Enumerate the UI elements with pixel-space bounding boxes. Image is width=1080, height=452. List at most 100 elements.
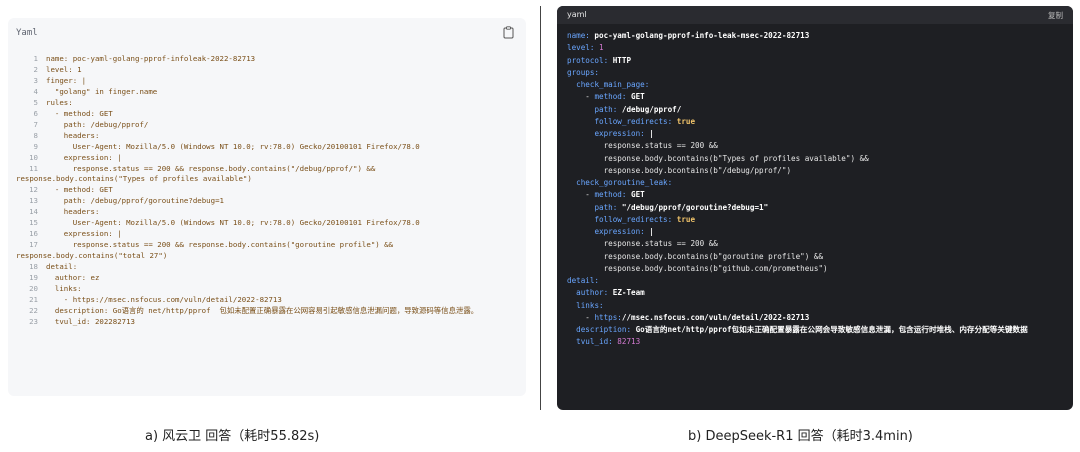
left-code-line: 17 response.status == 200 && response.bo…: [16, 240, 520, 251]
left-code-line: 23 tvul_id: 202282713: [16, 317, 520, 328]
left-code-text: tvul_id: 202282713: [46, 316, 135, 326]
left-code-text: response.status == 200 && response.body.…: [46, 163, 376, 173]
line-number: 8: [33, 130, 38, 140]
line-number: 12: [29, 185, 38, 195]
left-code-line: 14 headers:: [16, 207, 520, 218]
right-code-block: name: poc-yaml-golang-pprof-info-leak-ms…: [567, 30, 1065, 349]
line-number: 22: [29, 305, 38, 315]
right-code-line: check_main_page:: [576, 80, 650, 89]
copy-button[interactable]: 复制: [1048, 10, 1063, 21]
line-number: 1: [33, 54, 38, 63]
left-code-text: expression: |: [46, 229, 122, 239]
right-code-line: - method: GET: [567, 92, 645, 102]
left-code-text: - method: GET: [46, 185, 113, 195]
line-number: 4: [33, 86, 38, 96]
right-code-line: protocol: HTTP: [567, 55, 632, 65]
left-code-text: path: /debug/pprof/goroutine?debug=1: [46, 196, 224, 206]
left-code-text: "golang" in finger.name: [46, 86, 158, 96]
right-panel-language-label: yaml: [567, 10, 587, 19]
left-code-line: 4 "golang" in finger.name: [16, 87, 520, 98]
left-code-text: User-Agent: Mozilla/5.0 (Windows NT 10.0…: [46, 141, 420, 151]
left-code-text: level: 1: [46, 64, 82, 74]
left-code-line: 15 User-Agent: Mozilla/5.0 (Windows NT 1…: [16, 218, 520, 229]
left-code-text: name: poc-yaml-golang-pprof-infoleak-202…: [46, 54, 256, 63]
left-code-text: description: Go语言的 net/http/pprof 包如未配置正…: [46, 305, 479, 315]
right-code-line: level: 1: [567, 43, 604, 53]
left-code-line: 21 - https://msec.nsfocus.com/vuln/detai…: [16, 295, 520, 306]
left-code-text: headers:: [46, 130, 100, 140]
left-code-line: 10 expression: |: [16, 153, 520, 164]
line-number: 17: [29, 240, 38, 250]
left-code-text: author: ez: [46, 273, 100, 283]
right-code-line: expression: |: [594, 227, 654, 236]
right-code-line: tvul_id: 82713: [576, 337, 641, 347]
line-number: 14: [29, 207, 38, 217]
left-code-panel: Yaml 1 name: poc-yaml-golang-pprof-infole…: [8, 18, 526, 396]
line-number: 7: [33, 119, 38, 129]
caption-b: b) DeepSeek-R1 回答（耗时3.4min): [688, 429, 913, 444]
left-code-text: response.body.contains("Types of profile…: [16, 174, 252, 184]
left-code-text: response.body.contains("total 27"): [16, 251, 168, 261]
right-code-line: - method: GET: [567, 190, 645, 200]
right-code-line: path: "/debug/pprof/goroutine?debug=1": [594, 202, 769, 212]
left-code-line: 8 headers:: [16, 131, 520, 142]
line-number: 3: [33, 75, 38, 85]
line-number: 11: [29, 163, 38, 173]
line-number: 15: [29, 218, 38, 228]
left-code-text: path: /debug/pprof/: [46, 119, 149, 129]
line-number: 2: [33, 64, 38, 74]
left-code-line: 13 path: /debug/pprof/goroutine?debug=1: [16, 196, 520, 207]
right-code-panel: yaml 复制 name: poc-yaml-golang-pprof-info…: [557, 6, 1073, 410]
right-code-line: response.status == 200 &&: [567, 141, 718, 151]
left-code-line: 12 - method: GET: [16, 185, 520, 196]
left-code-text: - https://msec.nsfocus.com/vuln/detail/2…: [46, 294, 282, 304]
line-number: 13: [29, 196, 38, 206]
right-code-line: response.body.bcontains(b"Types of profi…: [567, 153, 869, 163]
left-panel-language-label: Yaml: [16, 28, 38, 38]
line-number: 23: [29, 316, 38, 326]
left-code-line: 16 expression: |: [16, 229, 520, 240]
left-code-line: 7 path: /debug/pprof/: [16, 120, 520, 131]
right-code-line: description: Go语言的net/http/pprof包如未正确配置暴…: [576, 325, 1028, 334]
left-code-line: response.body.contains("total 27"): [16, 251, 520, 262]
line-number: 10: [29, 152, 38, 162]
left-code-text: User-Agent: Mozilla/5.0 (Windows NT 10.0…: [46, 218, 420, 228]
left-code-line: 2 level: 1: [16, 65, 520, 76]
right-code-line: - https://msec.nsfocus.com/vuln/detail/2…: [567, 312, 810, 322]
right-code-line: detail:: [567, 276, 600, 285]
clipboard-icon[interactable]: [503, 26, 514, 39]
line-number: 19: [29, 273, 38, 283]
right-code-line: author: EZ-Team: [576, 288, 645, 298]
right-code-line: follow_redirects: true: [594, 214, 696, 224]
right-code-line: response.body.bcontains(b"/debug/pprof/"…: [567, 165, 792, 175]
caption-a: a) 风云卫 回答（耗时55.82s): [145, 429, 320, 444]
line-number: 21: [29, 294, 38, 304]
right-code-line: response.status == 200 &&: [567, 239, 718, 249]
left-code-block: 1 name: poc-yaml-golang-pprof-infoleak-20…: [16, 54, 520, 328]
left-code-line: 19 author: ez: [16, 273, 520, 284]
right-code-line: check_goroutine_leak:: [576, 178, 673, 187]
right-code-line: follow_redirects: true: [594, 116, 696, 126]
left-code-line: 20 links:: [16, 284, 520, 295]
left-code-line: 3 finger: |: [16, 76, 520, 87]
line-number: 20: [29, 284, 38, 294]
left-code-text: expression: |: [46, 152, 122, 162]
line-number: 5: [33, 97, 38, 107]
line-number: 16: [29, 229, 38, 239]
left-code-line: 6 - method: GET: [16, 109, 520, 120]
right-code-line: expression: |: [594, 129, 654, 138]
left-code-text: links:: [46, 284, 82, 294]
left-code-text: detail:: [46, 262, 78, 272]
line-number: 18: [29, 262, 38, 272]
left-code-text: rules:: [46, 97, 73, 107]
panel-divider: [540, 6, 541, 410]
right-panel-header: yaml 复制: [557, 6, 1073, 24]
left-code-text: headers:: [46, 207, 100, 217]
right-code-line: name: poc-yaml-golang-pprof-info-leak-ms…: [567, 31, 810, 40]
left-code-text: - method: GET: [46, 108, 113, 118]
line-number: 6: [33, 108, 38, 118]
left-code-text: response.status == 200 && response.body.…: [46, 240, 394, 250]
line-number: 9: [33, 141, 38, 151]
right-code-line: response.body.bcontains(b"github.com/pro…: [567, 263, 828, 273]
right-code-line: path: /debug/pprof/: [594, 104, 682, 114]
